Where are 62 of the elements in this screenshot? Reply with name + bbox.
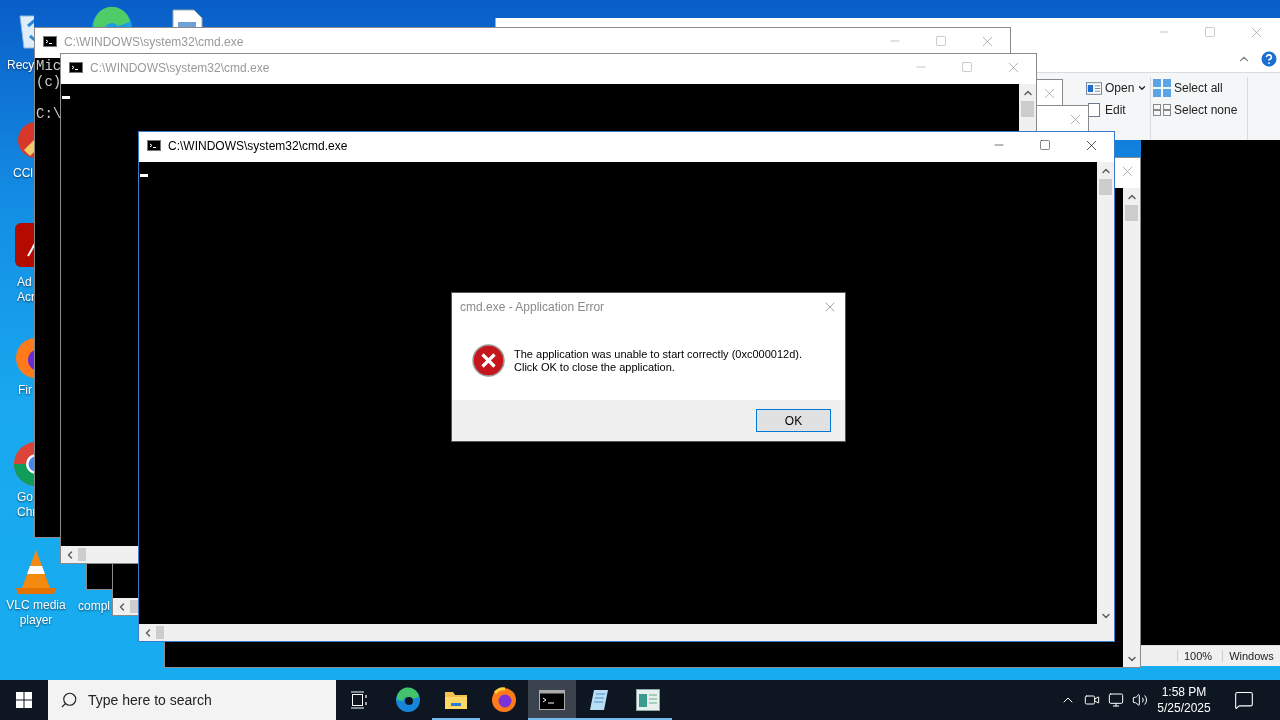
icon-label: Chr bbox=[17, 505, 37, 520]
ribbon-button[interactable]: Open bbox=[1086, 77, 1148, 99]
window-title: C:\WINDOWS\system32\cmd.exe bbox=[90, 61, 270, 75]
error-message: The application was unable to start correctly (0xc000012d). Click OK to close the application. bbox=[514, 347, 802, 374]
console-text: Mic bbox=[36, 58, 62, 74]
icon-label: compl bbox=[78, 599, 110, 614]
terminal-icon bbox=[539, 690, 565, 710]
folder-icon bbox=[444, 689, 468, 711]
icon-label: Go bbox=[17, 490, 33, 505]
window-title: C:\WINDOWS\system32\cmd.exe bbox=[168, 139, 348, 153]
ribbon-button[interactable]: Select none bbox=[1153, 99, 1238, 121]
scroll-thumb[interactable] bbox=[156, 626, 164, 639]
scroll-thumb[interactable] bbox=[1099, 179, 1112, 195]
dialog-title: cmd.exe - Application Error bbox=[460, 300, 606, 314]
icon-label: Fir bbox=[18, 383, 32, 398]
scroll-thumb[interactable] bbox=[1021, 101, 1034, 117]
taskbar-button[interactable] bbox=[528, 680, 576, 720]
document-icon[interactable] bbox=[170, 8, 204, 27]
maximize-icon bbox=[1204, 26, 1216, 38]
maximize-icon bbox=[935, 35, 947, 47]
icon-label: Recy bbox=[7, 58, 35, 73]
camera-icon bbox=[1084, 692, 1100, 708]
cone-icon[interactable] bbox=[14, 548, 58, 596]
browser-icon bbox=[491, 687, 517, 713]
task-view-icon bbox=[350, 691, 370, 709]
monitor-icon bbox=[1108, 692, 1124, 708]
help-icon[interactable] bbox=[1259, 49, 1279, 69]
scroll-thumb[interactable] bbox=[1125, 205, 1138, 221]
scroll-thumb[interactable] bbox=[78, 548, 86, 561]
pdf-icon[interactable] bbox=[14, 222, 34, 268]
console-text: (c) bbox=[36, 74, 62, 90]
maximize-icon bbox=[961, 61, 973, 73]
window-icon bbox=[636, 689, 660, 711]
windows-logo-icon bbox=[16, 692, 32, 708]
search-icon bbox=[60, 691, 78, 709]
icon-label: VLC media bbox=[5, 598, 67, 613]
console-text: C:\ bbox=[36, 106, 62, 122]
grid-icon bbox=[1153, 104, 1171, 116]
ribbon-button[interactable]: Select all bbox=[1153, 77, 1223, 99]
caret-icon bbox=[1137, 83, 1148, 93]
icon-label: player bbox=[18, 613, 54, 628]
scroll-thumb[interactable] bbox=[130, 600, 138, 613]
console-icon bbox=[43, 35, 57, 47]
icon-label: CCl bbox=[13, 166, 33, 181]
window-icon bbox=[1086, 81, 1102, 95]
search-field[interactable]: Type here to search bbox=[48, 680, 336, 720]
grid-icon bbox=[1153, 79, 1171, 97]
ribbon-button[interactable]: Edit bbox=[1086, 99, 1126, 121]
message-icon bbox=[1234, 690, 1254, 710]
status-text: 100% bbox=[1177, 650, 1213, 662]
window-title: C:\WINDOWS\system32\cmd.exe bbox=[64, 35, 244, 49]
ok-button[interactable]: OK bbox=[756, 409, 831, 432]
maximize-icon bbox=[1039, 139, 1051, 151]
clock[interactable]: 1:58 PM 5/25/2025 bbox=[1152, 680, 1216, 720]
console-icon bbox=[147, 139, 161, 151]
status-text: Windows bbox=[1222, 650, 1274, 662]
console-icon bbox=[69, 61, 83, 73]
icon-label: Acr bbox=[17, 290, 35, 305]
speaker-icon bbox=[1132, 692, 1148, 708]
browser-icon bbox=[395, 687, 421, 713]
icon-label: Ad bbox=[17, 275, 32, 290]
error-icon bbox=[472, 344, 505, 377]
